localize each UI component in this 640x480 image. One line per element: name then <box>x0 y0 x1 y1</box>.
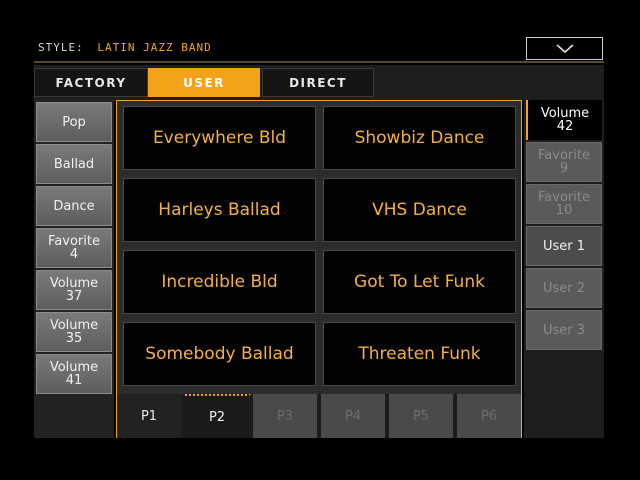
page-tab-p5[interactable]: P5 <box>389 394 455 438</box>
bank-button-number: 9 <box>559 161 569 176</box>
bank-button-number: 41 <box>65 373 83 388</box>
style-label: STYLE: <box>38 41 84 54</box>
right-bank-column: Volume 42 Favorite 9 Favorite 10 User 1 … <box>524 100 604 438</box>
style-header: STYLE: LATIN JAZZ BAND <box>38 41 212 54</box>
bank-button-label: User 2 <box>542 280 586 296</box>
page-tab-p3[interactable]: P3 <box>253 394 319 438</box>
page-tab-p6[interactable]: P6 <box>457 394 521 438</box>
bank-button-volume-42[interactable]: Volume 42 <box>526 100 602 140</box>
bank-button-volume-37[interactable]: Volume 37 <box>36 270 112 310</box>
bank-button-user-3[interactable]: User 3 <box>526 310 602 350</box>
page-tab-p1[interactable]: P1 <box>117 394 183 438</box>
style-name: LATIN JAZZ BAND <box>97 41 212 54</box>
bank-button-favorite-10[interactable]: Favorite 10 <box>526 184 602 224</box>
bank-button-dance[interactable]: Dance <box>36 186 112 226</box>
bank-button-user-1[interactable]: User 1 <box>526 226 602 266</box>
bank-button-pop[interactable]: Pop <box>36 102 112 142</box>
bank-button-number: 37 <box>65 289 83 304</box>
bank-button-number: 42 <box>556 119 574 134</box>
tab-factory[interactable]: FACTORY <box>34 68 148 97</box>
bank-button-volume-35[interactable]: Volume 35 <box>36 312 112 352</box>
bank-button-user-2[interactable]: User 2 <box>526 268 602 308</box>
bank-button-label: Pop <box>62 114 86 130</box>
bank-button-number: 35 <box>65 331 83 346</box>
bank-button-label: Dance <box>53 198 95 214</box>
menu-dropdown-button[interactable] <box>526 37 603 60</box>
style-button-5[interactable]: Incredible Bld <box>123 250 316 314</box>
page-tab-bar: P1 P2 P3 P4 P5 P6 <box>116 394 522 438</box>
bank-button-number: 4 <box>69 247 79 262</box>
header-divider <box>34 61 604 63</box>
bank-button-label: User 3 <box>542 322 586 338</box>
bank-button-favorite-9[interactable]: Favorite 9 <box>526 142 602 182</box>
tab-user[interactable]: USER <box>148 68 260 97</box>
page-tab-p4[interactable]: P4 <box>321 394 387 438</box>
bank-button-label: User 1 <box>542 238 586 254</box>
style-button-3[interactable]: Harleys Ballad <box>123 178 316 242</box>
left-bank-column: Pop Ballad Dance Favorite 4 Volume 37 Vo… <box>34 100 114 438</box>
bank-button-label: Ballad <box>53 156 95 172</box>
tab-direct[interactable]: DIRECT <box>262 68 374 97</box>
bank-tab-bar: FACTORY USER DIRECT <box>34 65 604 100</box>
chevron-down-icon <box>555 43 574 53</box>
style-button-1[interactable]: Everywhere Bld <box>123 106 316 170</box>
style-button-7[interactable]: Somebody Ballad <box>123 322 316 386</box>
page-tab-p2[interactable]: P2 <box>185 394 251 438</box>
style-button-2[interactable]: Showbiz Dance <box>323 106 516 170</box>
style-grid: Everywhere Bld Showbiz Dance Harleys Bal… <box>116 100 522 394</box>
bank-button-volume-41[interactable]: Volume 41 <box>36 354 112 394</box>
bank-button-favorite-4[interactable]: Favorite 4 <box>36 228 112 268</box>
bank-button-number: 10 <box>555 203 573 218</box>
style-button-8[interactable]: Threaten Funk <box>323 322 516 386</box>
bank-button-ballad[interactable]: Ballad <box>36 144 112 184</box>
style-button-6[interactable]: Got To Let Funk <box>323 250 516 314</box>
style-button-4[interactable]: VHS Dance <box>323 178 516 242</box>
style-select-screen: STYLE: LATIN JAZZ BAND FACTORY USER DIRE… <box>34 34 604 438</box>
